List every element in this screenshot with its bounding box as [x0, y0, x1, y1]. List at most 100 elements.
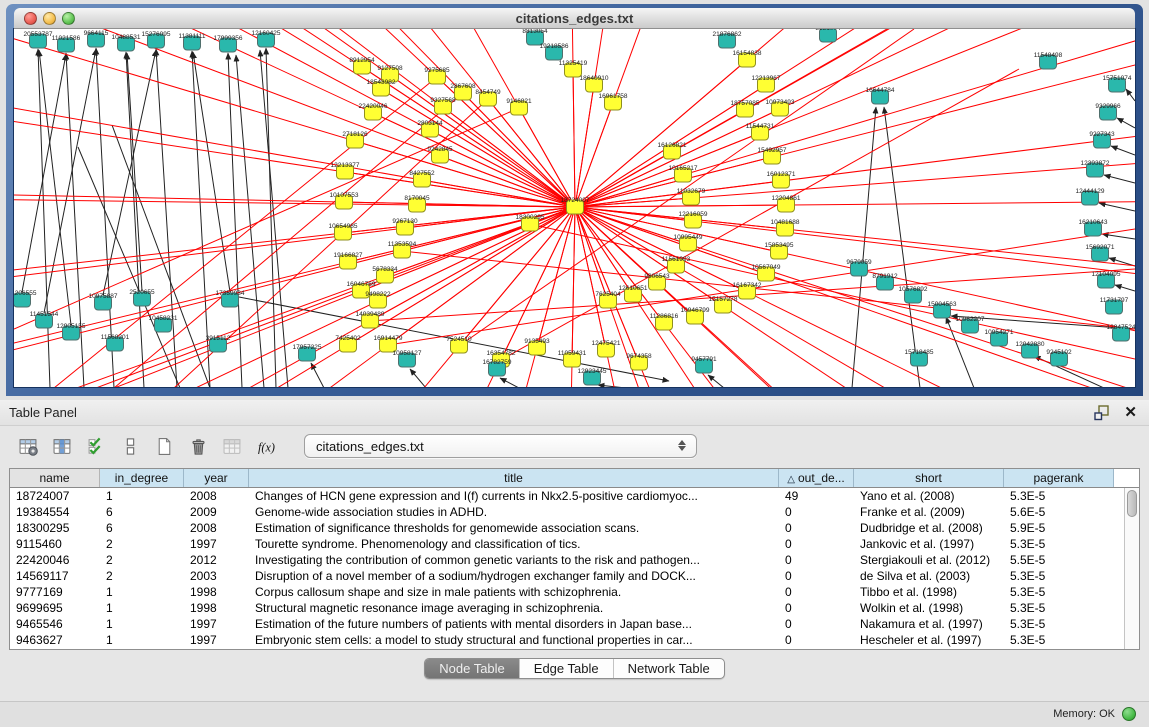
network-node[interactable]: 11731797 — [1100, 297, 1129, 314]
network-node[interactable]: 12923445 — [578, 368, 607, 385]
network-node[interactable]: 9674358 — [626, 353, 652, 370]
network-node[interactable]: 12160425 — [252, 30, 281, 47]
table-row[interactable]: 946362711997Embryonic stem cells: a mode… — [10, 632, 1139, 648]
network-node[interactable]: 7524510 — [446, 336, 472, 353]
network-canvas[interactable]: 18724007 8912954 9127508 18543982 224200… — [14, 29, 1135, 387]
network-node[interactable]: 17957225 — [293, 344, 322, 361]
zoom-window-button[interactable] — [62, 12, 75, 25]
network-node[interactable]: 16961758 — [599, 93, 628, 110]
table-settings-icon[interactable] — [16, 435, 40, 457]
network-node[interactable]: 7625404 — [595, 291, 621, 308]
network-node[interactable]: 15276095 — [142, 31, 171, 48]
close-window-button[interactable] — [24, 12, 37, 25]
network-node[interactable]: 9327568 — [430, 97, 456, 114]
network-node[interactable]: 16644784 — [866, 87, 895, 104]
network-node[interactable]: 9245102 — [1046, 349, 1072, 366]
network-node[interactable]: 11451544 — [30, 311, 59, 328]
network-node[interactable]: 11353594 — [388, 241, 417, 258]
new-table-icon[interactable] — [152, 435, 176, 457]
table-selector-dropdown[interactable]: citations_edges.txt — [304, 434, 697, 458]
scrollbar-thumb[interactable] — [1127, 490, 1137, 517]
network-node[interactable]: 10954271 — [985, 329, 1014, 346]
network-node[interactable]: 19218586 — [540, 43, 569, 60]
network-node[interactable]: 12213967 — [752, 75, 781, 92]
network-node[interactable]: 10488531 — [112, 34, 141, 51]
network-node[interactable]: 12847524 — [1107, 324, 1135, 341]
tab-node-table[interactable]: Node Table — [425, 659, 520, 678]
network-node[interactable]: 15718485 — [905, 349, 934, 366]
network-node[interactable]: 2520655 — [129, 289, 155, 306]
network-graph[interactable]: 18724007 8912954 9127508 18543982 224200… — [14, 29, 1135, 387]
delete-table-icon[interactable] — [186, 435, 210, 457]
column-header-pagerank[interactable]: pagerank — [1004, 469, 1114, 487]
network-node[interactable]: 9135493 — [524, 338, 550, 355]
network-node[interactable]: 11568201 — [101, 334, 130, 351]
minimize-window-button[interactable] — [43, 12, 56, 25]
network-node[interactable]: 10567049 — [752, 264, 781, 281]
table-row[interactable]: 1938455462009Genome-wide association stu… — [10, 504, 1139, 520]
network-node[interactable]: 11032679 — [677, 188, 706, 205]
window-titlebar[interactable]: citations_edges.txt — [14, 8, 1135, 29]
table-row[interactable]: 969969511998Structural magnetic resonanc… — [10, 600, 1139, 616]
table-row[interactable]: 946554611997Estimation of the future num… — [10, 616, 1139, 632]
network-node[interactable]: 10975887 — [89, 293, 118, 310]
network-node[interactable]: 9664115 — [84, 30, 109, 47]
network-node[interactable]: 8912954 — [349, 57, 375, 74]
network-node[interactable]: 11548498 — [1034, 52, 1063, 69]
close-panel-icon[interactable]: ✕ — [1124, 403, 1137, 421]
network-node[interactable]: 17999356 — [214, 35, 243, 52]
network-node[interactable]: 9457791 — [691, 356, 717, 373]
network-node[interactable]: 11561993 — [662, 256, 691, 273]
column-header-name[interactable]: name — [10, 469, 100, 487]
table-row[interactable]: 2242004622012Investigating the contribut… — [10, 552, 1139, 568]
network-node[interactable]: 11021586 — [52, 35, 81, 52]
network-node[interactable]: 10995449 — [674, 234, 703, 251]
network-node[interactable]: 20553787 — [24, 31, 53, 48]
network-node[interactable]: 12610651 — [619, 285, 648, 302]
network-node[interactable]: 19166827 — [334, 252, 363, 269]
column-header-year[interactable]: year — [184, 469, 249, 487]
deselect-all-icon[interactable] — [118, 435, 142, 457]
network-node[interactable]: 18757085 — [731, 100, 760, 117]
network-node[interactable]: 5678334 — [372, 266, 398, 283]
network-node[interactable]: 8454749 — [475, 89, 501, 106]
network-node[interactable]: 15853495 — [765, 242, 794, 259]
network-node[interactable]: 18640910 — [580, 75, 609, 92]
network-node[interactable]: 8791912 — [872, 273, 898, 290]
show-column-icon[interactable] — [50, 435, 74, 457]
network-node[interactable]: 12393872 — [1081, 160, 1110, 177]
tab-network-table[interactable]: Network Table — [614, 659, 724, 678]
network-node[interactable]: 9679059 — [846, 259, 872, 276]
network-node[interactable]: 21876862 — [713, 31, 742, 48]
network-node[interactable]: 12204861 — [772, 195, 801, 212]
column-header-in_degree[interactable]: in_degree — [100, 469, 184, 487]
column-header-out_de[interactable]: △out_de... — [779, 469, 854, 487]
network-node[interactable]: 9498222 — [365, 291, 391, 308]
network-node[interactable]: 9806543 — [644, 273, 670, 290]
network-node[interactable]: 15157278 — [709, 296, 738, 313]
network-node[interactable]: 16126821 — [658, 142, 687, 159]
network-node[interactable]: 16154838 — [733, 50, 762, 67]
tab-edge-table[interactable]: Edge Table — [520, 659, 614, 678]
network-node[interactable]: 9146821 — [506, 98, 532, 115]
network-node[interactable]: 10576892 — [899, 286, 928, 303]
table-row[interactable]: 1872400712008Changes of HCN gene express… — [10, 488, 1139, 504]
network-node[interactable]: 9329966 — [1095, 103, 1121, 120]
network-node[interactable]: 16782759 — [483, 359, 512, 376]
network-node[interactable]: 12042880 — [1016, 341, 1045, 358]
network-node[interactable]: 7425402 — [335, 335, 361, 352]
network-node[interactable]: 15751074 — [1103, 75, 1132, 92]
table-row[interactable]: 1456911722003Disruption of a novel membe… — [10, 568, 1139, 584]
network-node[interactable]: 15492957 — [758, 147, 787, 164]
table-row[interactable]: 1830029562008Estimation of significance … — [10, 520, 1139, 536]
table-row[interactable]: 977716911998Corpus callosum shape and si… — [10, 584, 1139, 600]
column-header-short[interactable]: short — [854, 469, 1004, 487]
select-all-icon[interactable] — [84, 435, 108, 457]
network-node[interactable]: 8427552 — [409, 170, 435, 187]
table-row[interactable]: 911546021997Tourette syndrome. Phenomeno… — [10, 536, 1139, 552]
network-node[interactable]: 10946799 — [681, 307, 710, 324]
network-node[interactable]: 10165217 — [669, 165, 698, 182]
network-node[interactable]: 2718126 — [342, 131, 368, 148]
network-node[interactable]: 9242845 — [427, 146, 453, 163]
network-node[interactable]: 18543982 — [367, 79, 396, 96]
